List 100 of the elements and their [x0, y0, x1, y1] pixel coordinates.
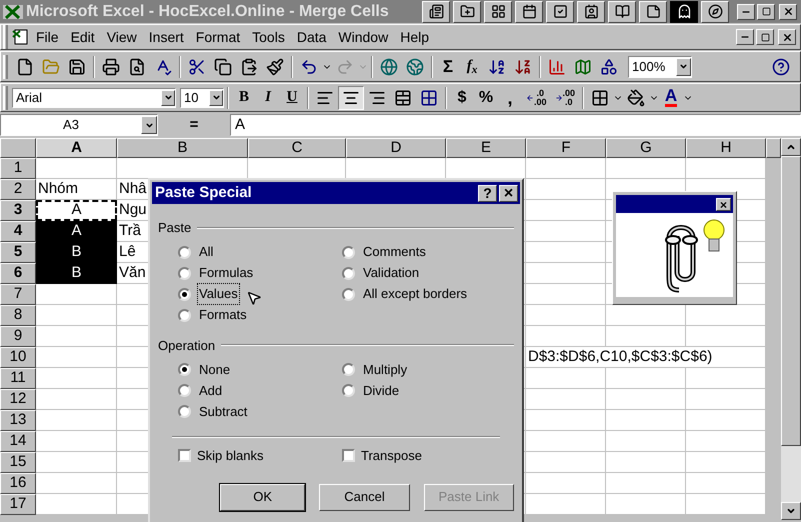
function-button[interactable]: f$_{x}$	[460, 54, 484, 78]
dropdown-button[interactable]	[676, 58, 691, 76]
underline-button[interactable]: U	[280, 86, 304, 110]
toolbar-grip[interactable]	[3, 54, 8, 78]
increase-decimal-button[interactable]: .0 .00	[522, 86, 551, 110]
row-header[interactable]: 17	[0, 494, 36, 515]
close-button[interactable]	[779, 4, 797, 20]
autosum-button[interactable]: Σ	[436, 54, 460, 78]
row-header[interactable]: 6	[0, 263, 36, 284]
minimize-button[interactable]	[737, 4, 755, 20]
office-shortcut-button[interactable]	[422, 0, 450, 22]
dialog-button[interactable]: Cancel	[319, 484, 410, 510]
font-size-select[interactable]: 10	[180, 88, 224, 108]
vertical-scrollbar[interactable]	[781, 138, 801, 520]
radio-button[interactable]	[178, 384, 191, 397]
italic-button[interactable]: I	[256, 86, 280, 110]
column-header[interactable]: B	[117, 138, 248, 158]
row-header[interactable]: 5	[0, 242, 36, 263]
close-button[interactable]: ×	[499, 184, 518, 202]
office-shortcut-button[interactable]	[546, 0, 574, 22]
option-label: Add	[198, 382, 224, 400]
row-header[interactable]: 4	[0, 221, 36, 242]
row-header[interactable]: 16	[0, 473, 36, 494]
option-label: All	[198, 243, 214, 262]
row-header[interactable]: 14	[0, 431, 36, 452]
formula-field[interactable]: A	[230, 114, 801, 136]
office-shortcut-button[interactable]	[701, 0, 729, 22]
menu-item[interactable]: Insert	[142, 26, 190, 48]
scroll-down-button[interactable]	[781, 502, 801, 520]
office-shortcut-button[interactable]	[639, 0, 667, 22]
menu-item[interactable]: Format	[190, 26, 246, 48]
radio-button[interactable]	[342, 384, 355, 397]
row-header[interactable]: 1	[0, 158, 36, 179]
align-button[interactable]	[338, 86, 364, 110]
minimize-button[interactable]	[736, 29, 754, 45]
row-header[interactable]: 3	[0, 200, 36, 221]
toolbar-grip[interactable]	[3, 86, 8, 110]
dropdown-button[interactable]	[161, 90, 175, 106]
radio-button[interactable]	[342, 363, 355, 376]
radio-button[interactable]	[178, 288, 191, 300]
office-shortcut-button[interactable]	[608, 0, 636, 22]
scroll-thumb[interactable]	[781, 156, 801, 446]
checkbox[interactable]	[342, 449, 355, 462]
dialog-button[interactable]: OK	[220, 484, 306, 510]
font-color-button[interactable]: A	[659, 86, 684, 110]
dropdown-button[interactable]	[141, 116, 157, 134]
restore-button[interactable]	[757, 4, 775, 20]
row-header[interactable]: 10	[0, 347, 36, 368]
menu-item[interactable]: Window	[332, 26, 394, 48]
menu-item[interactable]: Tools	[246, 26, 291, 48]
menu-item[interactable]: Edit	[64, 26, 101, 48]
row-header[interactable]: 13	[0, 410, 36, 431]
percent-button[interactable]: %	[474, 86, 498, 110]
row-header[interactable]: 12	[0, 389, 36, 410]
menu-item[interactable]: File	[30, 26, 65, 48]
column-header[interactable]: C	[248, 138, 346, 158]
office-shortcut-button[interactable]	[484, 0, 512, 22]
checkbox[interactable]	[178, 449, 191, 462]
row-header[interactable]: 8	[0, 305, 36, 326]
zoom-select[interactable]: 100%	[628, 56, 692, 78]
office-shortcut-button[interactable]	[670, 0, 698, 22]
restore-button[interactable]	[756, 29, 774, 45]
menu-item[interactable]: View	[100, 26, 143, 48]
radio-button[interactable]	[178, 308, 191, 322]
row-header[interactable]: 9	[0, 326, 36, 347]
currency-button[interactable]: $	[450, 86, 474, 110]
column-header[interactable]: H	[686, 138, 766, 158]
radio-button[interactable]	[342, 288, 355, 300]
radio-button[interactable]	[342, 246, 355, 258]
column-header[interactable]: G	[606, 138, 686, 158]
column-header[interactable]: F	[526, 138, 606, 158]
radio-button[interactable]	[178, 363, 191, 376]
select-all-button[interactable]	[0, 138, 36, 158]
row-header[interactable]: 11	[0, 368, 36, 389]
radio-button[interactable]	[178, 266, 191, 280]
decrease-decimal-button[interactable]: .00 .0	[550, 86, 580, 110]
office-shortcut-button[interactable]	[453, 0, 481, 22]
dropdown-button[interactable]	[209, 90, 223, 106]
menu-item[interactable]: Help	[394, 26, 435, 48]
row-header[interactable]: 2	[0, 179, 36, 200]
office-shortcut-button[interactable]	[577, 0, 605, 22]
name-box[interactable]: A3	[0, 114, 158, 136]
radio-button[interactable]	[342, 266, 355, 280]
comma-button[interactable]: ,	[498, 86, 522, 110]
help-button[interactable]: ?	[478, 184, 497, 202]
menu-item[interactable]: Data	[290, 26, 332, 48]
toolbar-grip[interactable]	[3, 25, 8, 49]
font-select[interactable]: Arial	[12, 88, 176, 108]
column-header[interactable]: E	[446, 138, 526, 158]
column-header[interactable]: D	[346, 138, 446, 158]
close-button[interactable]	[778, 29, 796, 45]
close-button[interactable]: ×	[716, 198, 731, 210]
column-header[interactable]: A	[36, 138, 117, 158]
radio-button[interactable]	[178, 405, 191, 418]
row-header[interactable]: 7	[0, 284, 36, 305]
bold-button[interactable]: B	[232, 86, 256, 110]
row-header[interactable]: 15	[0, 452, 36, 473]
office-shortcut-button[interactable]	[515, 0, 543, 22]
radio-button[interactable]	[178, 246, 191, 258]
scroll-up-button[interactable]	[781, 138, 801, 156]
